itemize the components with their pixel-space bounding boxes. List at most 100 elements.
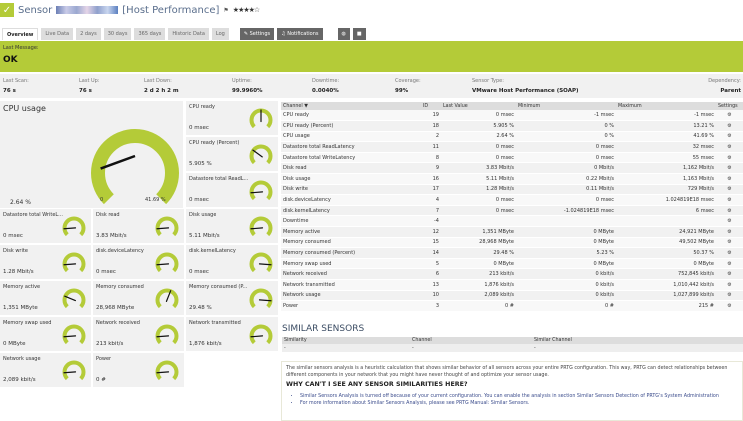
tab-live-data[interactable]: Live Data (41, 28, 74, 40)
more-button[interactable]: ■ (352, 28, 366, 40)
table-row[interactable]: disk.deviceLatency 4 0 msec 0 msec 1.024… (281, 194, 743, 206)
channel-name[interactable]: Network transmitted (281, 279, 421, 291)
gear-icon[interactable]: ⚙ (716, 290, 743, 302)
channel-name[interactable]: Network received (281, 268, 421, 280)
gauge-needle (252, 149, 263, 158)
priority-stars[interactable]: ★★★★☆ (233, 6, 260, 14)
gauge-tile-cpu-usage[interactable]: CPU usage 2.64 % 0 41.69 % (0, 101, 183, 208)
gear-icon[interactable]: ⚙ (716, 258, 743, 270)
channel-name[interactable]: Datastore total WriteLatency (281, 152, 421, 164)
channel-name[interactable]: Memory consumed (Percent) (281, 247, 421, 259)
gear-icon[interactable]: ⚙ (716, 194, 743, 206)
tab-overview[interactable]: Overview (2, 28, 39, 40)
table-row[interactable]: Disk usage 16 5.11 Mbit/s 0.22 Mbit/s 1,… (281, 173, 743, 185)
gauge-dial (155, 252, 179, 273)
channel-name[interactable]: Network usage (281, 290, 421, 302)
table-row[interactable]: Network received 6 213 kbit/s 0 kbit/s 7… (281, 268, 743, 280)
table-row[interactable]: Memory consumed 15 28,968 MByte 0 MByte … (281, 237, 743, 249)
channel-name[interactable]: disk.deviceLatency (281, 194, 421, 206)
tab-log[interactable]: Log (211, 28, 229, 40)
gauge-tile[interactable]: CPU ready (Percent) 5.905 % (186, 137, 278, 171)
gauge-tile[interactable]: Disk read 3.83 Mbit/s (93, 209, 184, 243)
channel-name[interactable]: Downtime (281, 215, 421, 228)
tab-historic-data[interactable]: Historic Data (168, 28, 209, 40)
table-row[interactable]: Disk write 17 1.28 Mbit/s 0.11 Mbit/s 72… (281, 184, 743, 196)
channel-name[interactable]: Disk usage (281, 173, 421, 185)
gauge-tile[interactable]: CPU ready 0 msec (186, 101, 278, 135)
channel-name[interactable]: disk.kernelLatency (281, 205, 421, 217)
tab-30-days[interactable]: 30 days (103, 28, 132, 40)
channel-name[interactable]: Memory swap used (281, 258, 421, 270)
gauge-tile[interactable]: Network received 213 kbit/s (93, 317, 184, 351)
flag-icon[interactable]: ⚑ (223, 7, 228, 14)
table-row[interactable]: Memory consumed (Percent) 14 29.48 % 5.2… (281, 247, 743, 259)
table-row[interactable]: Datastore total ReadLatency 11 0 msec 0 … (281, 141, 743, 153)
gear-icon[interactable]: ⚙ (716, 141, 743, 153)
gauge-tile[interactable]: Disk usage 5.11 Mbit/s (186, 209, 278, 243)
col-channel[interactable]: Channel ▼ (281, 102, 421, 110)
gauge-tile[interactable]: Power 0 # (93, 353, 184, 387)
table-row[interactable]: Datastore total WriteLatency 8 0 msec 0 … (281, 152, 743, 164)
table-row[interactable]: Memory active 12 1,351 MByte 0 MByte 24,… (281, 226, 743, 238)
table-row[interactable]: CPU usage 2 2.64 % 0 % 41.69 % ⚙ (281, 131, 743, 143)
channel-name[interactable]: Power (281, 300, 421, 312)
channel-name[interactable]: CPU ready (Percent) (281, 120, 421, 132)
gauge-tile[interactable]: Datastore total ReadL... 0 msec (186, 173, 278, 207)
gear-icon[interactable]: ⚙ (716, 247, 743, 259)
gear-icon[interactable]: ⚙ (716, 173, 743, 185)
table-row[interactable]: disk.kernelLatency 7 0 msec -1.024819E18… (281, 205, 743, 217)
channel-name[interactable]: Disk read (281, 162, 421, 175)
tab-365-days[interactable]: 365 days (134, 28, 166, 40)
gear-icon[interactable]: ⚙ (716, 300, 743, 312)
table-row[interactable]: Memory swap used 5 0 MByte 0 MByte 0 MBy… (281, 258, 743, 270)
gear-icon[interactable]: ⚙ (716, 162, 743, 175)
gear-icon[interactable]: ⚙ (716, 205, 743, 217)
gauge-tile[interactable]: disk.kernelLatency 0 msec (186, 245, 278, 279)
table-row[interactable]: Power 3 0 # 0 # 215 # ⚙ (281, 300, 743, 312)
gear-icon[interactable]: ⚙ (716, 152, 743, 164)
redacted-device-name (56, 6, 119, 14)
notifications-button[interactable]: ♫ Notifications (277, 28, 323, 40)
gear-icon[interactable]: ⚙ (716, 215, 743, 228)
table-row[interactable]: Downtime -4 ⚙ (281, 215, 743, 228)
settings-button[interactable]: ✎ Settings (239, 28, 275, 40)
gauge-tile[interactable]: Network transmitted 1,876 kbit/s (186, 317, 278, 351)
gear-icon[interactable]: ⚙ (716, 184, 743, 196)
gauge-tile[interactable]: Memory active 1,351 MByte (0, 281, 91, 315)
info-bullet[interactable]: For more information about Similar Senso… (300, 400, 738, 407)
gauge-tile[interactable]: Memory swap used 0 MByte (0, 317, 91, 351)
gauge-tile[interactable]: Network usage 2,089 kbit/s (0, 353, 91, 387)
gauge-tile[interactable]: disk.deviceLatency 0 msec (93, 245, 184, 279)
table-row[interactable]: Network usage 10 2,089 kbit/s 0 kbit/s 1… (281, 290, 743, 302)
channel-name[interactable]: CPU ready (281, 110, 421, 122)
channel-name[interactable]: CPU usage (281, 131, 421, 143)
table-row[interactable]: Disk read 9 3.83 Mbit/s 0 Mbit/s 1,162 M… (281, 162, 743, 175)
tab-2-days[interactable]: 2 days (76, 28, 101, 40)
channel-name[interactable]: Disk write (281, 184, 421, 196)
gauge-tile[interactable]: Disk write 1.28 Mbit/s (0, 245, 91, 279)
table-row[interactable]: CPU ready (Percent) 18 5.905 % 0 % 13.21… (281, 120, 743, 132)
gauge-tile[interactable]: Datastore total WriteL... 0 msec (0, 209, 91, 243)
col-last-value[interactable]: Last Value (441, 102, 516, 110)
gear-icon[interactable]: ⚙ (716, 110, 743, 122)
col-maximum[interactable]: Maximum (616, 102, 716, 110)
gear-icon[interactable]: ⚙ (716, 279, 743, 291)
channel-name[interactable]: Memory active (281, 226, 421, 238)
gear-icon[interactable]: ⚙ (716, 237, 743, 249)
gear-icon[interactable]: ⚙ (716, 131, 743, 143)
channel-name[interactable]: Memory consumed (281, 237, 421, 249)
gauge-tile[interactable]: Memory consumed (P... 29.48 % (186, 281, 278, 315)
gear-icon[interactable]: ⚙ (716, 120, 743, 132)
table-row[interactable]: Network transmitted 13 1,876 kbit/s 0 kb… (281, 279, 743, 291)
gear-icon[interactable]: ⚙ (716, 226, 743, 238)
gauge-tile[interactable]: Memory consumed 28,968 MByte (93, 281, 184, 315)
channel-name[interactable]: Datastore total ReadLatency (281, 141, 421, 153)
pause-button[interactable]: ◍ (337, 28, 350, 40)
col-minimum[interactable]: Minimum (516, 102, 616, 110)
col-id[interactable]: ID (421, 102, 441, 110)
maximum: 1.024819E18 msec (616, 194, 716, 206)
info-bullet[interactable]: Similar Sensors Analysis is turned off b… (300, 393, 738, 400)
table-row[interactable]: CPU ready 19 0 msec -1 msec -1 msec ⚙ (281, 110, 743, 122)
last-value: 1,351 MByte (441, 226, 516, 238)
gear-icon[interactable]: ⚙ (716, 268, 743, 280)
